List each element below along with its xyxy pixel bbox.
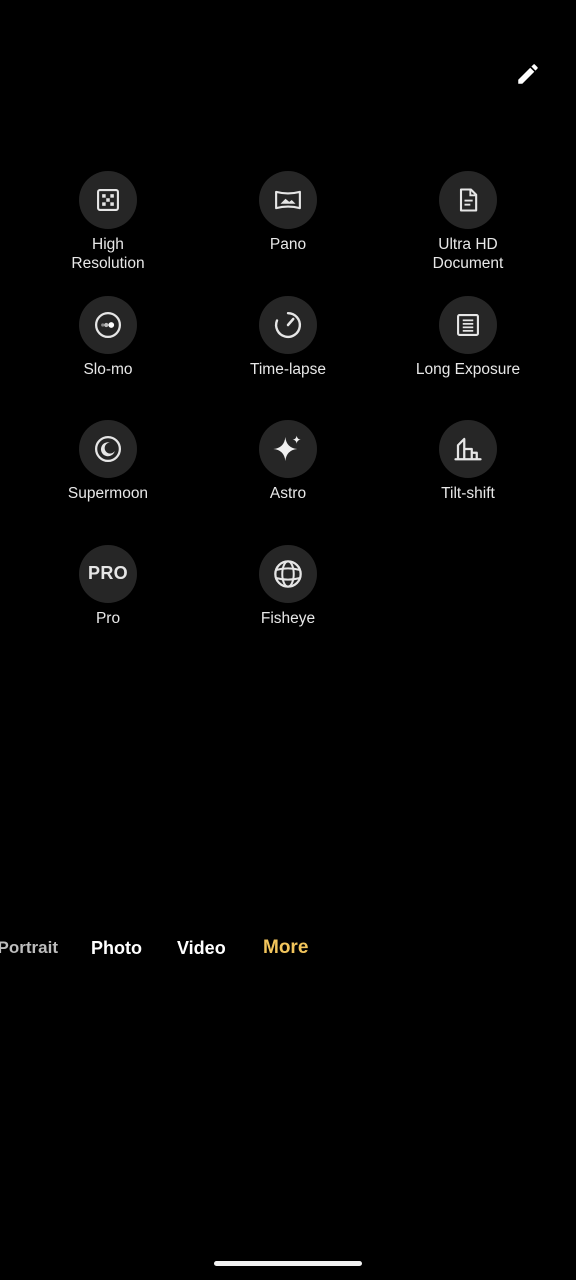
tab-photo[interactable]: Photo — [91, 934, 142, 962]
mode-label: Slo-mo — [83, 360, 133, 378]
mode-supermoon[interactable]: Supermoon — [18, 420, 198, 545]
panorama-icon — [275, 190, 301, 210]
mode-fisheye-circle[interactable] — [259, 544, 317, 603]
mode-astro-circle[interactable] — [259, 420, 317, 478]
document-icon — [459, 188, 478, 212]
mode-tilt-shift[interactable]: Tilt-shift — [378, 420, 558, 545]
mode-time-lapse[interactable]: Time-lapse — [198, 295, 378, 421]
pencil-icon — [518, 64, 538, 84]
camera-modes-grid: High Resolution Pano Ultra HD Document S… — [18, 171, 558, 669]
mode-label: Long Exposure — [415, 360, 521, 378]
mode-pano[interactable]: Pano — [198, 171, 378, 296]
camera-mode-tabs: Portrait Photo Video More — [0, 934, 576, 962]
mode-pano-circle[interactable] — [259, 171, 317, 229]
mode-label: Ultra HD Document — [432, 236, 504, 272]
tab-video[interactable]: Video — [177, 934, 226, 962]
long-exposure-icon — [457, 313, 479, 336]
mode-label: Supermoon — [67, 485, 149, 502]
buildings-icon — [454, 437, 482, 461]
time-lapse-icon — [274, 311, 302, 338]
edit-button[interactable] — [508, 54, 548, 94]
mode-tilt-shift-circle[interactable] — [439, 420, 497, 478]
tab-more[interactable]: More — [263, 934, 308, 962]
mode-label: Pano — [269, 236, 307, 253]
slow-motion-icon — [95, 311, 121, 338]
sparkle-icon — [273, 435, 301, 461]
tab-portrait[interactable]: Portrait — [0, 934, 58, 962]
high-resolution-icon — [97, 189, 119, 211]
mode-pro-circle[interactable]: PRO — [79, 544, 137, 603]
mode-long-exposure[interactable]: Long Exposure — [378, 295, 558, 421]
pro-icon: PRO — [88, 563, 128, 583]
mode-slo-mo-circle[interactable] — [79, 295, 137, 354]
mode-time-lapse-circle[interactable] — [259, 295, 317, 354]
mode-supermoon-circle[interactable] — [79, 420, 137, 478]
mode-slo-mo[interactable]: Slo-mo — [18, 295, 198, 421]
home-indicator[interactable] — [214, 1261, 362, 1266]
mode-label: Fisheye — [260, 609, 316, 627]
mode-long-exposure-circle[interactable] — [439, 295, 497, 354]
globe-icon — [274, 559, 302, 588]
mode-label: Time-lapse — [249, 360, 327, 378]
moon-icon — [95, 436, 121, 462]
mode-ultra-hd-document-circle[interactable] — [439, 171, 497, 229]
mode-pro[interactable]: PRO Pro — [18, 544, 198, 670]
mode-high-resolution[interactable]: High Resolution — [18, 171, 198, 296]
mode-astro[interactable]: Astro — [198, 420, 378, 545]
mode-high-resolution-circle[interactable] — [79, 171, 137, 229]
mode-label: Astro — [269, 485, 307, 502]
mode-label: High Resolution — [71, 236, 145, 272]
mode-ultra-hd-document[interactable]: Ultra HD Document — [378, 171, 558, 296]
mode-label: Tilt-shift — [441, 485, 495, 502]
mode-fisheye[interactable]: Fisheye — [198, 544, 378, 670]
mode-label: Pro — [95, 609, 121, 627]
